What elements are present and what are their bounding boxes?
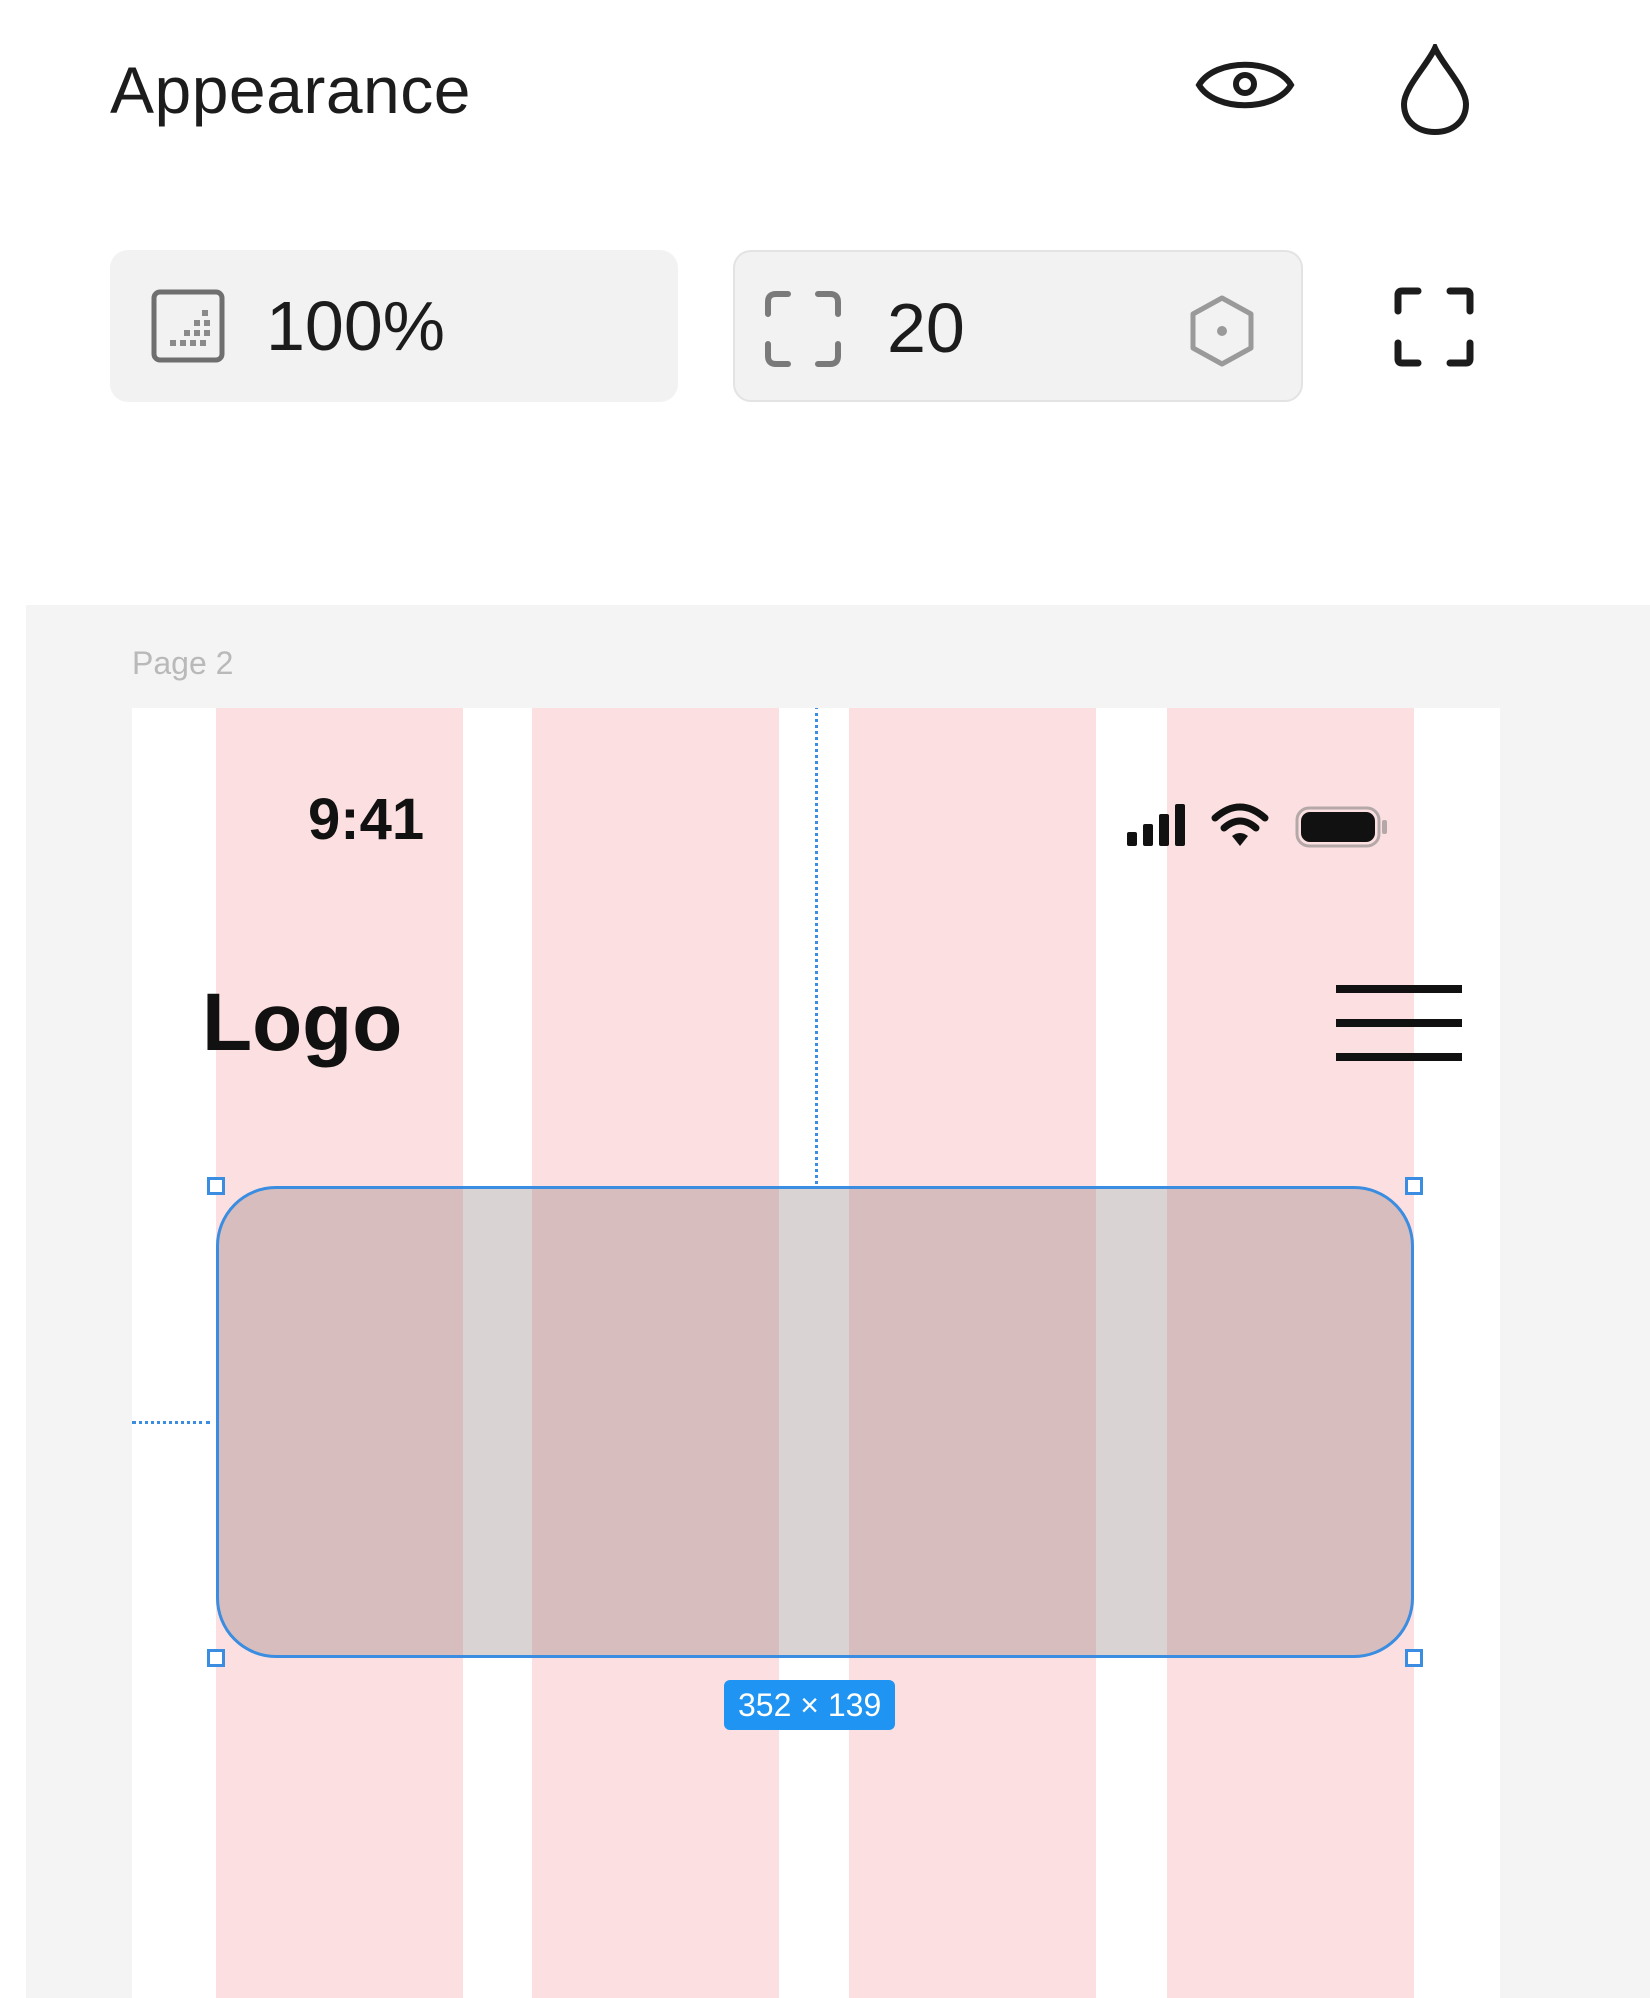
- page-label: Page 2: [132, 645, 234, 681]
- spacing-guide-horizontal: [132, 1421, 210, 1424]
- corner-radius-field[interactable]: 20: [733, 250, 1303, 402]
- resize-handle-bottom-left[interactable]: [207, 1649, 225, 1667]
- wifi-icon: [1211, 803, 1269, 832]
- drop-icon[interactable]: [1398, 40, 1472, 136]
- resize-handle-top-left[interactable]: [207, 1177, 225, 1195]
- opacity-field[interactable]: 100%: [110, 250, 678, 402]
- status-bar-time: 9:41: [308, 787, 425, 852]
- eye-icon[interactable]: [1195, 52, 1295, 118]
- independent-corners-icon[interactable]: [1392, 285, 1476, 369]
- hamburger-menu-icon[interactable]: [1336, 985, 1462, 1063]
- spacing-guide-vertical: [815, 708, 818, 1184]
- selected-rectangle[interactable]: [216, 1186, 1414, 1658]
- status-bar-icons: [1127, 796, 1397, 856]
- mobile-frame[interactable]: 9:41 Logo 352 × 139: [132, 708, 1500, 1998]
- battery-icon: [1295, 806, 1387, 848]
- resize-handle-top-right[interactable]: [1405, 1177, 1423, 1195]
- corner-radius-icon: [762, 288, 844, 370]
- resize-handle-bottom-right[interactable]: [1405, 1649, 1423, 1667]
- opacity-icon: [150, 288, 226, 364]
- corner-radius-value[interactable]: 20: [887, 288, 965, 368]
- logo[interactable]: Logo: [202, 976, 402, 1070]
- appearance-title: Appearance: [110, 53, 471, 127]
- opacity-value[interactable]: 100%: [266, 286, 445, 366]
- design-tool-screen: Appearance 100% 20 Page 2 9:41 Logo 352 …: [0, 0, 1650, 1998]
- hexagon-icon[interactable]: [1187, 294, 1257, 368]
- signal-icon: [1127, 804, 1185, 846]
- selection-size-badge: 352 × 139: [724, 1680, 896, 1730]
